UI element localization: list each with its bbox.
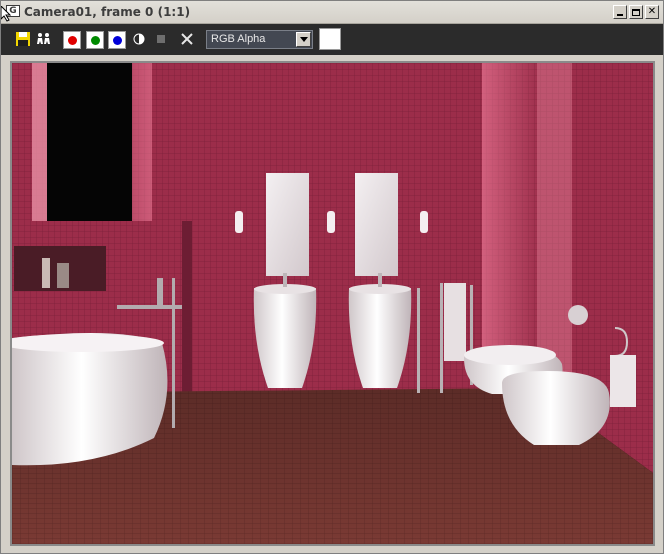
render-viewport — [10, 61, 655, 546]
minimize-button[interactable] — [613, 5, 627, 19]
rendered-bathroom-image — [12, 63, 653, 544]
green-channel-icon — [91, 36, 100, 45]
channel-display-value: RGB Alpha — [211, 33, 266, 45]
channel-display-dropdown[interactable]: RGB Alpha — [206, 30, 313, 49]
clone-window-icon[interactable] — [36, 31, 52, 47]
blue-channel-button[interactable] — [108, 31, 126, 49]
maximize-button[interactable] — [629, 5, 643, 19]
title-bar[interactable]: G Camera01, frame 0 (1:1) ✕ — [1, 1, 663, 24]
stop-icon[interactable] — [153, 31, 169, 47]
monochrome-icon[interactable] — [131, 31, 147, 47]
rendered-frame-window: G Camera01, frame 0 (1:1) ✕ RGB Alpha — [0, 0, 664, 554]
maximize-icon — [632, 8, 640, 16]
red-channel-icon — [68, 36, 77, 45]
save-icon[interactable] — [15, 31, 31, 47]
background-color-swatch[interactable] — [319, 28, 341, 50]
clear-icon[interactable] — [179, 31, 195, 47]
render-toolbar: RGB Alpha — [1, 24, 663, 55]
red-channel-button[interactable] — [63, 31, 81, 49]
green-channel-button[interactable] — [86, 31, 104, 49]
close-icon: ✕ — [647, 6, 657, 17]
window-title: Camera01, frame 0 (1:1) — [24, 5, 191, 19]
blue-channel-icon — [113, 36, 122, 45]
close-button[interactable]: ✕ — [645, 5, 659, 19]
minimize-icon — [617, 14, 623, 16]
mouse-cursor-icon — [1, 6, 11, 22]
chevron-down-icon[interactable] — [296, 32, 311, 47]
